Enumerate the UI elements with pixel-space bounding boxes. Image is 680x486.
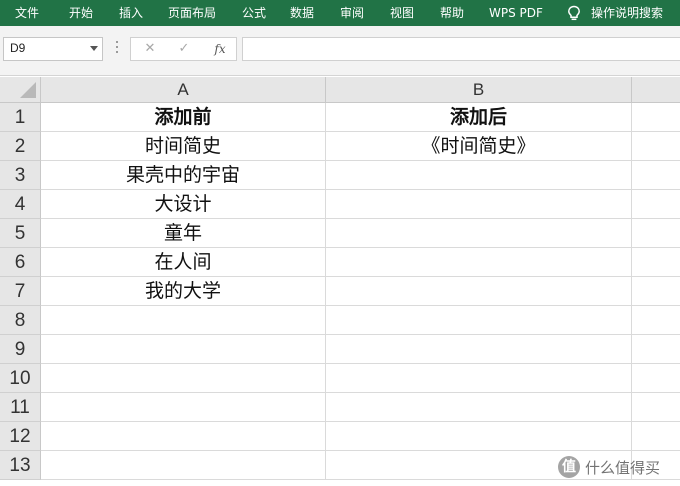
tab-page-layout[interactable]: 页面布局 (168, 0, 216, 26)
name-box-value: D9 (10, 41, 26, 55)
cell-a12[interactable] (41, 422, 326, 451)
cell-c5[interactable] (632, 219, 680, 248)
row-header-8[interactable]: 8 (0, 306, 41, 335)
row-header-9[interactable]: 9 (0, 335, 41, 364)
cell-b3[interactable] (326, 161, 632, 190)
cell-b9[interactable] (326, 335, 632, 364)
cell-c12[interactable] (632, 422, 680, 451)
tab-home[interactable]: 开始 (69, 0, 93, 26)
tab-view[interactable]: 视图 (390, 0, 414, 26)
cell-a2[interactable]: 时间简史 (41, 132, 326, 161)
insert-function-icon[interactable]: fx (209, 40, 231, 58)
cell-b5[interactable] (326, 219, 632, 248)
cell-c6[interactable] (632, 248, 680, 277)
cell-c2[interactable] (632, 132, 680, 161)
tab-help[interactable]: 帮助 (440, 0, 464, 26)
row-header-1[interactable]: 1 (0, 103, 41, 132)
row-header-2[interactable]: 2 (0, 132, 41, 161)
row-header-5[interactable]: 5 (0, 219, 41, 248)
row-header-11[interactable]: 11 (0, 393, 41, 422)
row-header-10[interactable]: 10 (0, 364, 41, 393)
ribbon-tab-bar: 文件 开始 插入 页面布局 公式 数据 审阅 视图 帮助 WPS PDF 操作说… (0, 0, 680, 26)
watermark-badge-icon: 值 (558, 456, 580, 478)
drag-handle-icon[interactable] (115, 41, 119, 55)
column-header-c[interactable] (632, 77, 680, 103)
cell-c4[interactable] (632, 190, 680, 219)
cell-c10[interactable] (632, 364, 680, 393)
cell-c7[interactable] (632, 277, 680, 306)
cell-b4[interactable] (326, 190, 632, 219)
formula-buttons: ✕ ✓ fx (130, 37, 237, 61)
tab-review[interactable]: 审阅 (340, 0, 364, 26)
row-header-7[interactable]: 7 (0, 277, 41, 306)
formula-bar: D9 ✕ ✓ fx (0, 26, 680, 76)
cell-c1[interactable] (632, 103, 680, 132)
cell-a4[interactable]: 大设计 (41, 190, 326, 219)
watermark-text: 什么值得买 (585, 459, 661, 477)
column-header-a[interactable]: A (41, 77, 326, 103)
cell-a13[interactable] (41, 451, 326, 480)
formula-input[interactable] (242, 37, 680, 61)
cell-c3[interactable] (632, 161, 680, 190)
cell-b1[interactable]: 添加后 (326, 103, 632, 132)
enter-icon[interactable]: ✓ (173, 40, 195, 58)
cell-a8[interactable] (41, 306, 326, 335)
cell-b8[interactable] (326, 306, 632, 335)
cancel-icon[interactable]: ✕ (139, 40, 161, 58)
row-header-3[interactable]: 3 (0, 161, 41, 190)
lightbulb-icon (566, 5, 582, 22)
tab-file[interactable]: 文件 (15, 0, 39, 26)
tab-data[interactable]: 数据 (290, 0, 314, 26)
row-header-4[interactable]: 4 (0, 190, 41, 219)
cell-a5[interactable]: 童年 (41, 219, 326, 248)
worksheet-grid: A B 1 2 3 4 5 6 7 8 9 10 11 12 13 添加前 时间… (0, 77, 680, 486)
tell-me-search[interactable]: 操作说明搜索 (591, 0, 663, 26)
name-box[interactable]: D9 (3, 37, 103, 61)
cell-a6[interactable]: 在人间 (41, 248, 326, 277)
cell-b7[interactable] (326, 277, 632, 306)
column-header-b[interactable]: B (326, 77, 632, 103)
tab-insert[interactable]: 插入 (119, 0, 143, 26)
cell-c11[interactable] (632, 393, 680, 422)
cell-a1[interactable]: 添加前 (41, 103, 326, 132)
tab-formulas[interactable]: 公式 (242, 0, 266, 26)
select-all-triangle-icon (20, 82, 36, 98)
cell-c9[interactable] (632, 335, 680, 364)
cell-c8[interactable] (632, 306, 680, 335)
cell-b10[interactable] (326, 364, 632, 393)
cell-b12[interactable] (326, 422, 632, 451)
cell-a3[interactable]: 果壳中的宇宙 (41, 161, 326, 190)
cell-b11[interactable] (326, 393, 632, 422)
chevron-down-icon[interactable] (90, 46, 98, 51)
cell-a10[interactable] (41, 364, 326, 393)
cell-b2[interactable]: 《时间简史》 (326, 132, 632, 161)
cell-b6[interactable] (326, 248, 632, 277)
cell-a7[interactable]: 我的大学 (41, 277, 326, 306)
select-all-corner[interactable] (0, 77, 41, 103)
row-header-13[interactable]: 13 (0, 451, 41, 480)
cell-a9[interactable] (41, 335, 326, 364)
row-header-12[interactable]: 12 (0, 422, 41, 451)
tab-wps-pdf[interactable]: WPS PDF (489, 0, 543, 26)
cell-a11[interactable] (41, 393, 326, 422)
row-header-6[interactable]: 6 (0, 248, 41, 277)
